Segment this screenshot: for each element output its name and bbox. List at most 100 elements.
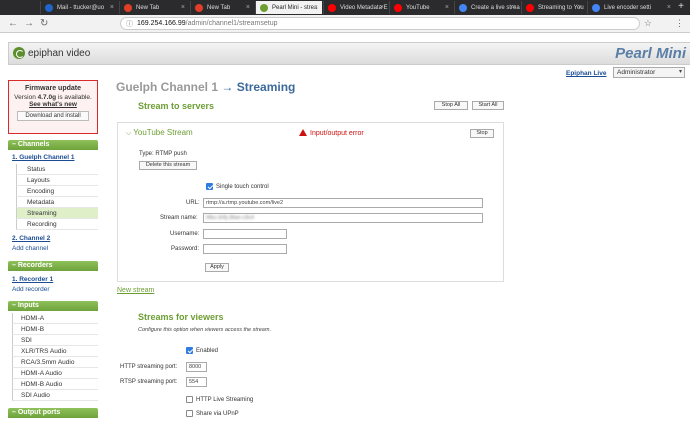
user-role-select[interactable]: Administrator ▾ xyxy=(613,67,685,78)
download-install-button[interactable]: Download and install xyxy=(17,111,89,121)
back-icon[interactable]: ← xyxy=(8,18,18,29)
close-tab-icon[interactable]: × xyxy=(667,4,671,11)
close-tab-icon[interactable]: × xyxy=(512,4,516,11)
youtube-icon xyxy=(526,3,534,12)
close-tab-icon[interactable]: × xyxy=(246,4,250,11)
chrome-icon xyxy=(195,3,203,12)
browser-tab[interactable]: Video Metadata E × xyxy=(323,1,388,14)
mail-icon xyxy=(45,3,53,12)
section-recorders[interactable]: Recorders xyxy=(8,261,98,271)
apply-button[interactable]: Apply xyxy=(205,263,229,272)
section-inputs[interactable]: Inputs xyxy=(8,301,98,311)
url-input[interactable]: ⓘ 169.254.166.99/admin/channel1/streamse… xyxy=(120,17,640,30)
sidebar-item-hdmi-a-audio[interactable]: HDMI-A Audio xyxy=(12,368,98,379)
product-name: Pearl Mini xyxy=(615,45,686,62)
sidebar-item-channel-2[interactable]: 2. Channel 2 xyxy=(12,235,50,242)
browser-tab[interactable]: Live encoder setti × xyxy=(587,1,675,14)
firmware-version-line: Version 4.7.0g is available. xyxy=(14,94,92,101)
section-output-ports[interactable]: Output ports xyxy=(8,408,98,418)
youtube-icon xyxy=(394,3,402,12)
stream-name-label: Stream name: xyxy=(160,215,198,221)
rtsp-port-field[interactable]: 554 xyxy=(186,377,207,387)
sidebar-item-channel-1[interactable]: 1. Guelph Channel 1 xyxy=(12,154,74,161)
google-icon xyxy=(592,3,600,12)
url-label: URL: xyxy=(186,200,200,206)
sidebar-item-encoding[interactable]: Encoding xyxy=(16,186,98,197)
username-field[interactable] xyxy=(203,229,287,239)
hls-checkbox[interactable] xyxy=(186,396,193,403)
viewers-note: Configure this option when viewers acces… xyxy=(138,327,271,333)
sidebar-item-status[interactable]: Status xyxy=(16,164,98,175)
browser-tab[interactable]: Mail - ttucker@uo × xyxy=(40,1,118,14)
sidebar-item-hdmi-a[interactable]: HDMI-A xyxy=(12,313,98,324)
sidebar-item-rca-audio[interactable]: RCA/3.5mm Audio xyxy=(12,357,98,368)
app-header: epiphan video Pearl Mini xyxy=(8,42,690,65)
stream-error: Input/output error xyxy=(299,129,364,137)
password-field[interactable] xyxy=(203,244,287,254)
browser-tab[interactable]: YouTube × xyxy=(389,1,453,14)
forward-icon[interactable]: → xyxy=(24,18,34,29)
browser-tab[interactable]: Streaming to You × xyxy=(521,1,586,14)
new-tab-icon[interactable]: + xyxy=(678,1,684,12)
start-all-button[interactable]: Start All xyxy=(472,101,504,110)
epiphan-live-link[interactable]: Epiphan Live xyxy=(566,70,606,77)
reload-icon[interactable]: ↻ xyxy=(40,18,48,29)
sidebar-item-sdi-audio[interactable]: SDI Audio xyxy=(12,390,98,401)
menu-kebab-icon[interactable]: ⋮ xyxy=(675,18,684,29)
close-tab-icon[interactable]: × xyxy=(110,4,114,11)
sidebar-item-recording[interactable]: Recording xyxy=(16,219,98,230)
stream-name-field[interactable]: hfks-3r9j-3fwe-c9c4 xyxy=(203,213,483,223)
browser-tab-bar: Mail - ttucker@uo × New Tab × New Tab × Pea… xyxy=(0,0,690,15)
close-tab-icon[interactable]: × xyxy=(181,4,185,11)
sidebar-item-hdmi-b-audio[interactable]: HDMI-B Audio xyxy=(12,379,98,390)
browser-tab[interactable]: New Tab × xyxy=(190,1,254,14)
info-icon: ⓘ xyxy=(126,21,133,28)
upnp-checkbox[interactable] xyxy=(186,410,193,417)
single-touch-checkbox[interactable] xyxy=(206,183,213,190)
close-tab-icon[interactable]: × xyxy=(380,4,384,11)
browser-tab[interactable]: New Tab × xyxy=(119,1,189,14)
epiphan-logo-icon xyxy=(13,47,25,59)
streams-for-viewers-heading: Streams for viewers xyxy=(138,312,224,322)
single-touch-label: Single touch control xyxy=(216,184,269,190)
stream-type: Type: RTMP push xyxy=(139,151,187,157)
sidebar-item-hdmi-b[interactable]: HDMI-B xyxy=(12,324,98,335)
sidebar-item-metadata[interactable]: Metadata xyxy=(16,197,98,208)
stream-name-toggle[interactable]: YouTube Stream xyxy=(126,128,192,138)
address-bar-area: ← → ↻ ⓘ 169.254.166.99/admin/channel1/st… xyxy=(0,15,690,33)
http-port-field[interactable]: 8000 xyxy=(186,362,207,372)
sidebar-item-xlr-audio[interactable]: XLR/TRS Audio xyxy=(12,346,98,357)
close-tab-icon[interactable]: × xyxy=(578,4,582,11)
close-tab-icon[interactable]: × xyxy=(445,4,449,11)
chrome-icon xyxy=(124,3,132,12)
epiphan-icon xyxy=(260,3,268,12)
upnp-label: Share via UPnP xyxy=(196,411,239,417)
add-channel-link[interactable]: Add channel xyxy=(12,245,48,252)
sidebar-item-sdi[interactable]: SDI xyxy=(12,335,98,346)
password-label: Password: xyxy=(171,246,200,252)
google-icon xyxy=(459,3,467,12)
url-input-field[interactable]: rtmp://a.rtmp.youtube.com/live2 xyxy=(203,198,483,208)
close-tab-icon[interactable]: × xyxy=(314,4,318,11)
sidebar-item-layouts[interactable]: Layouts xyxy=(16,175,98,186)
delete-stream-button[interactable]: Delete this stream xyxy=(139,161,197,170)
enabled-checkbox[interactable] xyxy=(186,347,193,354)
warning-icon xyxy=(299,129,307,136)
stop-stream-button[interactable]: Stop xyxy=(470,129,494,138)
browser-tab-active[interactable]: Pearl Mini - strea × xyxy=(255,1,322,14)
sidebar-item-recorder-1[interactable]: 1. Recorder 1 xyxy=(12,276,53,283)
add-recorder-link[interactable]: Add recorder xyxy=(12,286,50,293)
epiphan-logo: epiphan video xyxy=(13,47,90,59)
youtube-stream-panel: YouTube Stream Input/output error Stop T… xyxy=(117,122,504,282)
hls-label: HTTP Live Streaming xyxy=(196,397,254,403)
whats-new-link[interactable]: See what's new xyxy=(9,101,97,108)
bookmark-star-icon[interactable]: ☆ xyxy=(644,18,652,29)
enabled-label: Enabled xyxy=(196,348,219,354)
stop-all-button[interactable]: Stop All xyxy=(434,101,468,110)
browser-tab[interactable]: Create a live strea × xyxy=(454,1,520,14)
firmware-title: Firmware update xyxy=(24,85,81,92)
rtsp-port-label: RTSP streaming port: xyxy=(120,379,178,385)
new-stream-link[interactable]: New stream xyxy=(117,287,154,294)
sidebar-item-streaming[interactable]: Streaming xyxy=(16,208,98,219)
section-channels[interactable]: Channels xyxy=(8,140,98,150)
